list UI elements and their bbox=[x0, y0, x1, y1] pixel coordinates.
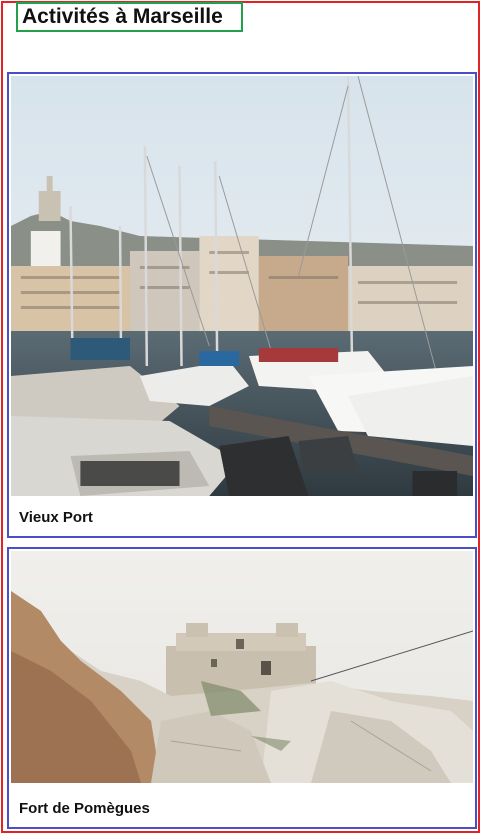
harbor-photo bbox=[11, 76, 473, 496]
activity-card-vieux-port[interactable]: Vieux Port bbox=[7, 72, 477, 538]
activity-name: Vieux Port bbox=[19, 509, 93, 526]
page-title: Activités à Marseille bbox=[22, 5, 223, 28]
activity-name: Fort de Pomègues bbox=[19, 800, 150, 817]
fort-photo bbox=[11, 551, 473, 783]
page-title-box: Activités à Marseille bbox=[16, 2, 243, 32]
activity-card-fort-de-pomegues[interactable]: Fort de Pomègues bbox=[7, 547, 477, 829]
